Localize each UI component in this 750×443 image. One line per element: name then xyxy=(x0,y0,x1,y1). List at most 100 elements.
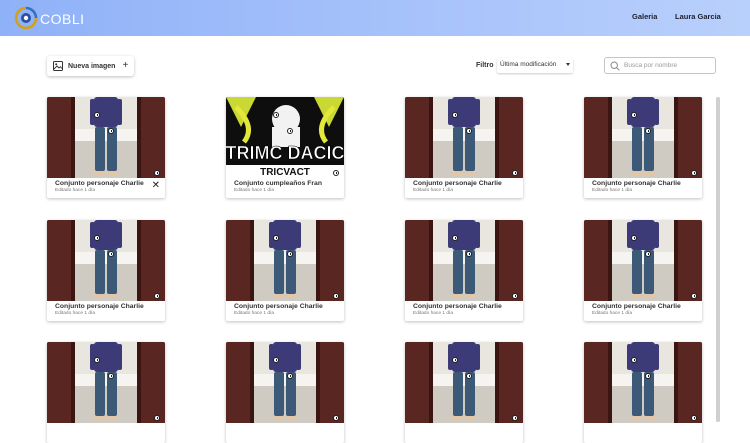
gallery-card[interactable] xyxy=(47,342,165,443)
card-edited-time: Editado hace 1 día xyxy=(413,311,454,316)
tag-marker-icon[interactable] xyxy=(452,112,458,118)
tag-marker-icon[interactable] xyxy=(466,251,472,257)
card-title: Conjunto personaje Charlie xyxy=(413,180,502,187)
design-text-line1: TRIMC DACIC xyxy=(226,143,344,163)
tag-marker-icon[interactable] xyxy=(691,415,697,421)
filter-label: Filtro xyxy=(476,62,494,69)
tag-marker-icon[interactable] xyxy=(452,235,458,241)
card-title: Conjunto personaje Charlie xyxy=(55,180,144,187)
gallery-card[interactable] xyxy=(405,342,523,443)
brand-name[interactable]: COBLI xyxy=(40,11,85,27)
tag-marker-icon[interactable] xyxy=(645,128,651,134)
card-title: Conjunto personaje Charlie xyxy=(413,303,502,310)
top-bar: COBLI Galeria Laura Garcia xyxy=(0,0,750,36)
tag-marker-icon[interactable] xyxy=(287,373,293,379)
card-thumbnail[interactable] xyxy=(47,220,165,301)
chevron-down-icon xyxy=(566,63,570,66)
tag-marker-icon[interactable] xyxy=(631,112,637,118)
tag-marker-icon[interactable] xyxy=(333,293,339,299)
tag-marker-icon[interactable] xyxy=(273,112,279,118)
tshirt-design-image: TRIMC DACIC TRICVACT xyxy=(226,97,344,178)
tag-marker-icon[interactable] xyxy=(154,293,160,299)
search-box[interactable] xyxy=(604,57,716,74)
gallery-card[interactable]: Conjunto personaje Charlie Editado hace 1… xyxy=(584,97,702,198)
nav-user-link[interactable]: Laura Garcia xyxy=(675,12,721,21)
outfit-photo xyxy=(47,220,165,301)
tag-marker-icon[interactable] xyxy=(691,293,697,299)
nav-gallery-link[interactable]: Galeria xyxy=(632,12,657,21)
card-info: Conjunto cumpleaños Fran Editado hace 1 d… xyxy=(226,178,344,198)
tag-marker-icon[interactable] xyxy=(94,357,100,363)
card-thumbnail[interactable] xyxy=(584,342,702,423)
close-icon[interactable]: ✕ xyxy=(152,181,160,191)
outfit-photo xyxy=(584,342,702,423)
tag-marker-icon[interactable] xyxy=(108,373,114,379)
tag-marker-icon[interactable] xyxy=(512,170,518,176)
gallery-card[interactable]: Conjunto personaje Charlie Editado hace 1… xyxy=(47,220,165,321)
card-thumbnail[interactable] xyxy=(226,220,344,301)
tag-marker-icon[interactable] xyxy=(512,415,518,421)
gallery-card[interactable] xyxy=(226,342,344,443)
filter-selected-value: Última modificación xyxy=(500,61,557,68)
card-thumbnail[interactable] xyxy=(584,97,702,178)
gallery-card[interactable]: Conjunto personaje Charlie Editado hace 1… xyxy=(226,220,344,321)
tag-marker-icon[interactable] xyxy=(287,251,293,257)
gallery-card[interactable]: Conjunto personaje Charlie Editado hace 1… xyxy=(405,220,523,321)
tag-marker-icon[interactable] xyxy=(631,235,637,241)
tag-marker-icon[interactable] xyxy=(287,128,293,134)
outfit-photo xyxy=(584,97,702,178)
tag-marker-icon[interactable] xyxy=(333,170,339,176)
tag-marker-icon[interactable] xyxy=(154,415,160,421)
tag-marker-icon[interactable] xyxy=(466,128,472,134)
tag-marker-icon[interactable] xyxy=(94,112,100,118)
outfit-photo xyxy=(47,342,165,423)
tag-marker-icon[interactable] xyxy=(333,415,339,421)
tag-marker-icon[interactable] xyxy=(691,170,697,176)
card-thumbnail[interactable] xyxy=(226,342,344,423)
tag-marker-icon[interactable] xyxy=(273,235,279,241)
tag-marker-icon[interactable] xyxy=(645,251,651,257)
card-thumbnail[interactable] xyxy=(584,220,702,301)
gallery-card[interactable]: Conjunto personaje Charlie Editado hace 1… xyxy=(405,97,523,198)
gallery-card[interactable]: Conjunto personaje Charlie Editado hace 1… xyxy=(584,220,702,321)
outfit-photo xyxy=(47,97,165,178)
card-info: Conjunto personaje Charlie Editado hace 1… xyxy=(584,178,702,198)
tag-marker-icon[interactable] xyxy=(108,251,114,257)
outfit-photo xyxy=(405,342,523,423)
gallery-card[interactable]: TRIMC DACIC TRICVACT Conjunto cumpleaños F… xyxy=(226,97,344,198)
tag-marker-icon[interactable] xyxy=(452,357,458,363)
card-info xyxy=(47,423,165,443)
tag-marker-icon[interactable] xyxy=(154,170,160,176)
card-info xyxy=(584,423,702,443)
tag-marker-icon[interactable] xyxy=(273,357,279,363)
card-title: Conjunto personaje Charlie xyxy=(234,303,323,310)
gallery-card[interactable] xyxy=(584,342,702,443)
card-edited-time: Editado hace 1 día xyxy=(592,311,633,316)
tag-marker-icon[interactable] xyxy=(512,293,518,299)
card-thumbnail[interactable] xyxy=(405,97,523,178)
gallery-card[interactable]: Conjunto personaje Charlie Editado hace 1… xyxy=(47,97,165,198)
tag-marker-icon[interactable] xyxy=(631,357,637,363)
card-edited-time: Editado hace 1 día xyxy=(234,311,275,316)
tag-marker-icon[interactable] xyxy=(108,128,114,134)
card-thumbnail[interactable]: TRIMC DACIC TRICVACT xyxy=(226,97,344,178)
card-thumbnail[interactable] xyxy=(47,97,165,178)
scrollbar-thumb[interactable] xyxy=(716,97,720,422)
search-input[interactable] xyxy=(624,60,712,71)
tag-marker-icon[interactable] xyxy=(94,235,100,241)
image-icon xyxy=(53,61,63,71)
outfit-photo xyxy=(405,97,523,178)
card-info xyxy=(226,423,344,443)
card-thumbnail[interactable] xyxy=(405,220,523,301)
new-image-button[interactable]: Nueva imagen + xyxy=(47,56,134,76)
card-thumbnail[interactable] xyxy=(47,342,165,423)
card-info: Conjunto personaje Charlie Editado hace 1… xyxy=(47,178,165,198)
card-thumbnail[interactable] xyxy=(405,342,523,423)
outfit-photo xyxy=(584,220,702,301)
card-edited-time: Editado hace 1 día xyxy=(413,188,454,193)
filter-dropdown[interactable]: Última modificación xyxy=(497,58,573,73)
search-icon xyxy=(610,61,620,71)
tag-marker-icon[interactable] xyxy=(645,373,651,379)
tag-marker-icon[interactable] xyxy=(466,373,472,379)
cobli-logo-icon[interactable] xyxy=(14,6,38,30)
